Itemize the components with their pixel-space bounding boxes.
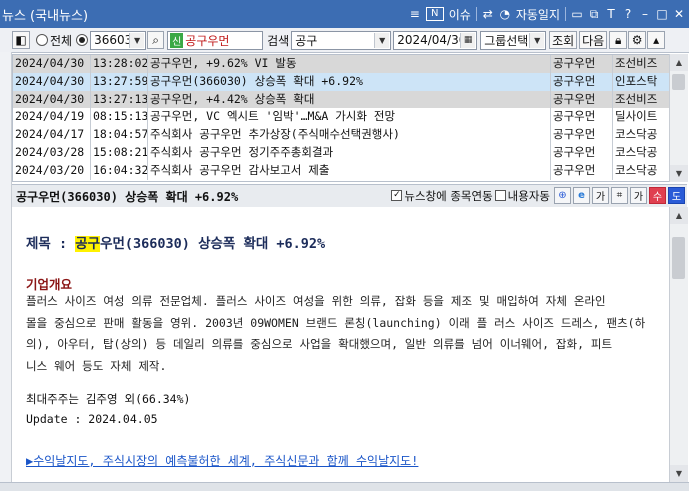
chevron-down-icon[interactable]: ▼ [529,32,545,48]
scroll-down-icon[interactable]: ▼ [670,165,688,182]
clock-icon[interactable]: ◔ [499,7,511,21]
table-row[interactable]: 2024/03/28 15:08:21 주식회사 공구우먼 정기주주총회결과 공… [13,143,670,162]
table-row[interactable]: 2024/03/20 16:04:32 주식회사 공구우먼 감사보고서 제출 공… [13,161,670,180]
auto-journal-label[interactable]: 자동일지 [516,6,560,23]
major-shareholder: 최대주주는 김주영 외(66.34%) [26,392,191,406]
article-body: 제목 : 공구우먼(366030) 상승폭 확대 +6.92% 기업개요 플러스… [12,207,669,482]
auto-content-label: 내용자동 [507,188,550,203]
chevron-down-icon[interactable]: ▼ [374,32,390,48]
sync-label: 뉴스창에 종목연동 [404,188,493,203]
buy-button[interactable]: 수 [649,187,666,204]
zoom-icon[interactable]: ⊕ [554,187,571,204]
table-row[interactable]: 2024/04/30 13:27:59 공구우먼(366030) 상승폭 확대 … [13,72,670,91]
table-row[interactable]: 2024/04/19 08:15:13 공구우먼, VC 엑시트 '임박'…M&… [13,108,670,127]
lock-icon[interactable]: 🔒︎ [609,31,628,49]
all-label: 전체 [50,33,73,48]
window-title: 뉴스 (국내뉴스) [2,8,89,24]
fit-icon[interactable]: ⌗ [611,187,628,204]
stock-code-input[interactable]: 366030 ▼ [90,30,147,50]
stock-name-field[interactable]: 신 공구우먼 [167,30,264,50]
maximize-icon[interactable]: □ [656,7,668,21]
window-titlebar: 뉴스 (국내뉴스) ≡ N 이슈 ⇄ ◔ 자동일지 ▭ ⧉ T ? – □ ✕ [0,0,689,28]
scroll-thumb[interactable] [672,237,685,279]
minimize-icon[interactable]: – [639,7,651,21]
next-button[interactable]: 다음 [579,31,608,49]
search-label: 검색 [267,33,290,48]
close-icon[interactable]: ✕ [673,7,685,21]
search-toolbar: ◧ 전체 366030 ▼ ⌕ 신 공구우먼 검색 공구 ▼ 2024/04/3… [0,28,689,53]
list-scrollbar[interactable]: ▲ ▼ [669,54,688,182]
calendar-icon[interactable]: ▦ [460,32,476,48]
search-icon[interactable]: ⌕ [147,31,165,49]
group-select[interactable]: 그룹선택 ▼ [480,30,547,50]
issue-label[interactable]: 이슈 [449,6,471,23]
query-button[interactable]: 조회 [549,31,578,49]
font-increase-icon[interactable]: 가 [630,187,647,204]
link-icon[interactable]: ⇄ [482,7,494,21]
article-header-bar: 공구우먼(366030) 상승폭 확대 +6.92% ✓ 뉴스창에 종목연동 내… [12,184,687,208]
help-icon[interactable]: ? [622,7,634,21]
gear-icon[interactable]: ⚙ [628,31,647,49]
copy-icon[interactable]: ⧉ [588,7,600,22]
divider [565,7,566,21]
scroll-thumb[interactable] [672,74,685,90]
code-radio[interactable] [76,34,89,46]
article-scrollbar[interactable]: ▲ ▼ [669,207,688,482]
sync-checkbox[interactable]: ✓ [391,190,403,201]
article-headline: 제목 : 공구우먼(366030) 상승폭 확대 +6.92% [26,236,326,252]
layout-toggle-button[interactable]: ◧ [12,31,30,49]
scroll-up-icon[interactable]: ▲ [670,54,688,71]
font-size-icon[interactable]: 가 [592,187,609,204]
left-panel-strip [0,52,12,482]
date-field[interactable]: 2024/04/30 ▦ [393,30,478,50]
window-icon[interactable]: ▭ [571,7,583,21]
company-overview: 플러스 사이즈 여성 의류 전문업체. 플러스 사이즈 여성을 위한 의류, 잡… [26,294,646,373]
all-radio[interactable] [36,34,48,46]
scroll-up-icon[interactable]: ▲ [670,207,688,224]
update-date: Update : 2024.04.05 [26,412,158,426]
font-icon[interactable]: T [605,7,617,21]
expand-icon[interactable]: ▴ [647,31,666,49]
scroll-down-icon[interactable]: ▼ [670,465,688,482]
news-list: 2024/04/30 13:28:02 공구우먼, +9.62% VI 발동 공… [12,54,670,182]
auto-content-checkbox[interactable] [494,190,506,201]
ad-link[interactable]: ▶수익날지도, 주식시장의 예측불허한 세계, 주식신문과 함께 수익날지도! [26,452,418,469]
keyword-highlight: 공구 [75,236,101,252]
titlebar-controls: ≡ N 이슈 ⇄ ◔ 자동일지 ▭ ⧉ T ? – □ ✕ [409,0,685,28]
table-row[interactable]: 2024/04/30 13:27:13 공구우먼, +4.42% 상승폭 확대 … [13,90,670,109]
keyword-input[interactable]: 공구 ▼ [291,30,392,50]
table-row[interactable]: 2024/04/30 13:28:02 공구우먼, +9.62% VI 발동 공… [13,55,670,73]
table-row[interactable]: 2024/04/17 18:04:57 주식회사 공구우먼 추가상장(주식매수선… [13,126,670,144]
browser-icon[interactable]: e [573,187,590,204]
new-listing-badge: 신 [170,32,184,48]
sell-button[interactable]: 도 [668,187,685,204]
n-badge-icon[interactable]: N [425,7,444,21]
chevron-down-icon[interactable]: ▼ [129,32,145,48]
article-header-title: 공구우먼(366030) 상승폭 확대 +6.92% [16,189,239,204]
pin-icon[interactable]: ≡ [409,7,421,21]
divider [475,7,477,21]
